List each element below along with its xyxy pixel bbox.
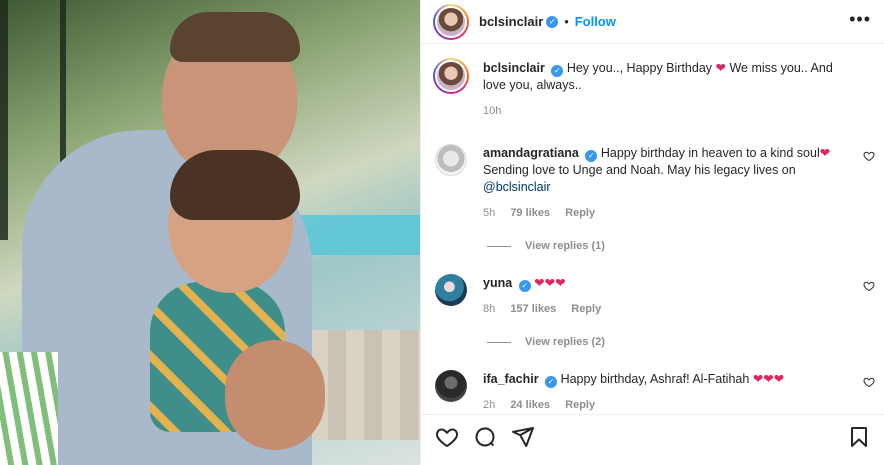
likes-count[interactable]: 157 likes — [510, 303, 556, 315]
comment-item: yuna ✓ ❤❤❤ 8h 157 likes Reply — [421, 272, 884, 318]
striped-bag — [0, 352, 58, 465]
verified-icon: ✓ — [518, 280, 531, 292]
separator-dot: • — [564, 14, 569, 29]
comment-text: ifa_fachir ✓ Happy birthday, Ashraf! Al-… — [483, 368, 884, 414]
comment-like-icon[interactable] — [863, 280, 875, 292]
view-replies-label[interactable]: View replies (1) — [525, 240, 605, 252]
comment-item: amandagratiana ✓ Happy birthday in heave… — [421, 134, 884, 222]
caption-meta: 10h — [483, 103, 849, 120]
author-avatar[interactable] — [433, 3, 469, 40]
comment-username[interactable]: yuna — [483, 276, 512, 290]
view-replies-label[interactable]: View replies (2) — [525, 336, 605, 348]
comment-timestamp[interactable]: 2h — [483, 399, 495, 411]
view-replies-toggle[interactable]: View replies (1) — [487, 240, 884, 252]
commenter-avatar[interactable] — [435, 274, 467, 306]
boy-hair — [170, 150, 300, 220]
comments-list: bclsinclair ✓ Hey you.., Happy Birthday … — [421, 52, 884, 414]
reply-button[interactable]: Reply — [571, 303, 601, 315]
commenter-avatar[interactable] — [435, 370, 467, 402]
comment-body-2: Sending love to Unge and Noah. May his l… — [483, 163, 796, 177]
comment-username[interactable]: ifa_fachir — [483, 372, 539, 386]
caption-text: bclsinclair ✓ Hey you.., Happy Birthday … — [483, 52, 884, 120]
commenter-avatar[interactable] — [435, 144, 467, 176]
heart-emoji: ❤ — [715, 61, 726, 75]
mention-link[interactable]: @bclsinclair — [483, 180, 551, 194]
avatar-image — [435, 60, 467, 92]
action-bar — [421, 414, 884, 458]
likes-count[interactable]: 79 likes — [510, 207, 550, 219]
caption-body-a: Hey you.., Happy Birthday — [566, 61, 713, 75]
comment-like-icon[interactable] — [863, 376, 875, 388]
post-photo — [0, 0, 420, 465]
replies-line — [487, 341, 511, 343]
likes-count[interactable]: 24 likes — [510, 399, 550, 411]
comment-item: ifa_fachir ✓ Happy birthday, Ashraf! Al-… — [421, 368, 884, 414]
post-details-panel: bclsinclair ✓ • Follow ••• bclsinclair ✓… — [420, 0, 884, 465]
caption-timestamp[interactable]: 10h — [483, 105, 501, 117]
verified-icon: ✓ — [551, 65, 564, 77]
replies-line — [487, 245, 511, 247]
heart-emoji: ❤❤❤ — [534, 276, 566, 290]
view-replies-toggle[interactable]: View replies (2) — [487, 336, 884, 348]
avatar-image — [435, 5, 467, 38]
heart-emoji: ❤ — [819, 146, 831, 160]
reply-button[interactable]: Reply — [565, 399, 595, 411]
heart-emoji: ❤❤❤ — [752, 372, 785, 386]
comment-like-icon[interactable] — [863, 150, 875, 162]
man-hair — [170, 12, 300, 62]
reply-button[interactable]: Reply — [565, 207, 595, 219]
comment-text: amandagratiana ✓ Happy birthday in heave… — [483, 134, 884, 222]
comment-meta: 2h 24 likes Reply — [483, 397, 849, 414]
verified-icon: ✓ — [546, 15, 559, 28]
share-paper-plane-icon[interactable] — [511, 425, 535, 449]
post-header: bclsinclair ✓ • Follow ••• — [421, 0, 884, 44]
hugging-arm — [225, 340, 325, 450]
post-caption: bclsinclair ✓ Hey you.., Happy Birthday … — [421, 52, 884, 120]
comment-username[interactable]: amandagratiana — [483, 146, 579, 160]
comment-bubble-icon[interactable] — [473, 425, 497, 449]
caption-username[interactable]: bclsinclair — [483, 61, 545, 75]
comment-meta: 8h 157 likes Reply — [483, 301, 849, 318]
like-heart-icon[interactable] — [435, 425, 459, 449]
comment-timestamp[interactable]: 8h — [483, 303, 495, 315]
follow-button[interactable]: Follow — [575, 14, 616, 29]
comment-body: Happy birthday in heaven to a kind soul — [600, 146, 820, 160]
verified-icon: ✓ — [545, 376, 558, 388]
comment-meta: 5h 79 likes Reply — [483, 205, 849, 222]
more-options-icon[interactable]: ••• — [849, 10, 871, 28]
comment-timestamp[interactable]: 5h — [483, 207, 495, 219]
verified-icon: ✓ — [585, 150, 598, 162]
comment-text: yuna ✓ ❤❤❤ 8h 157 likes Reply — [483, 272, 884, 318]
save-bookmark-icon[interactable] — [847, 425, 871, 449]
comment-body: Happy birthday, Ashraf! Al-Fatihah — [560, 372, 750, 386]
caption-avatar[interactable] — [433, 58, 469, 94]
author-username[interactable]: bclsinclair — [479, 14, 543, 29]
